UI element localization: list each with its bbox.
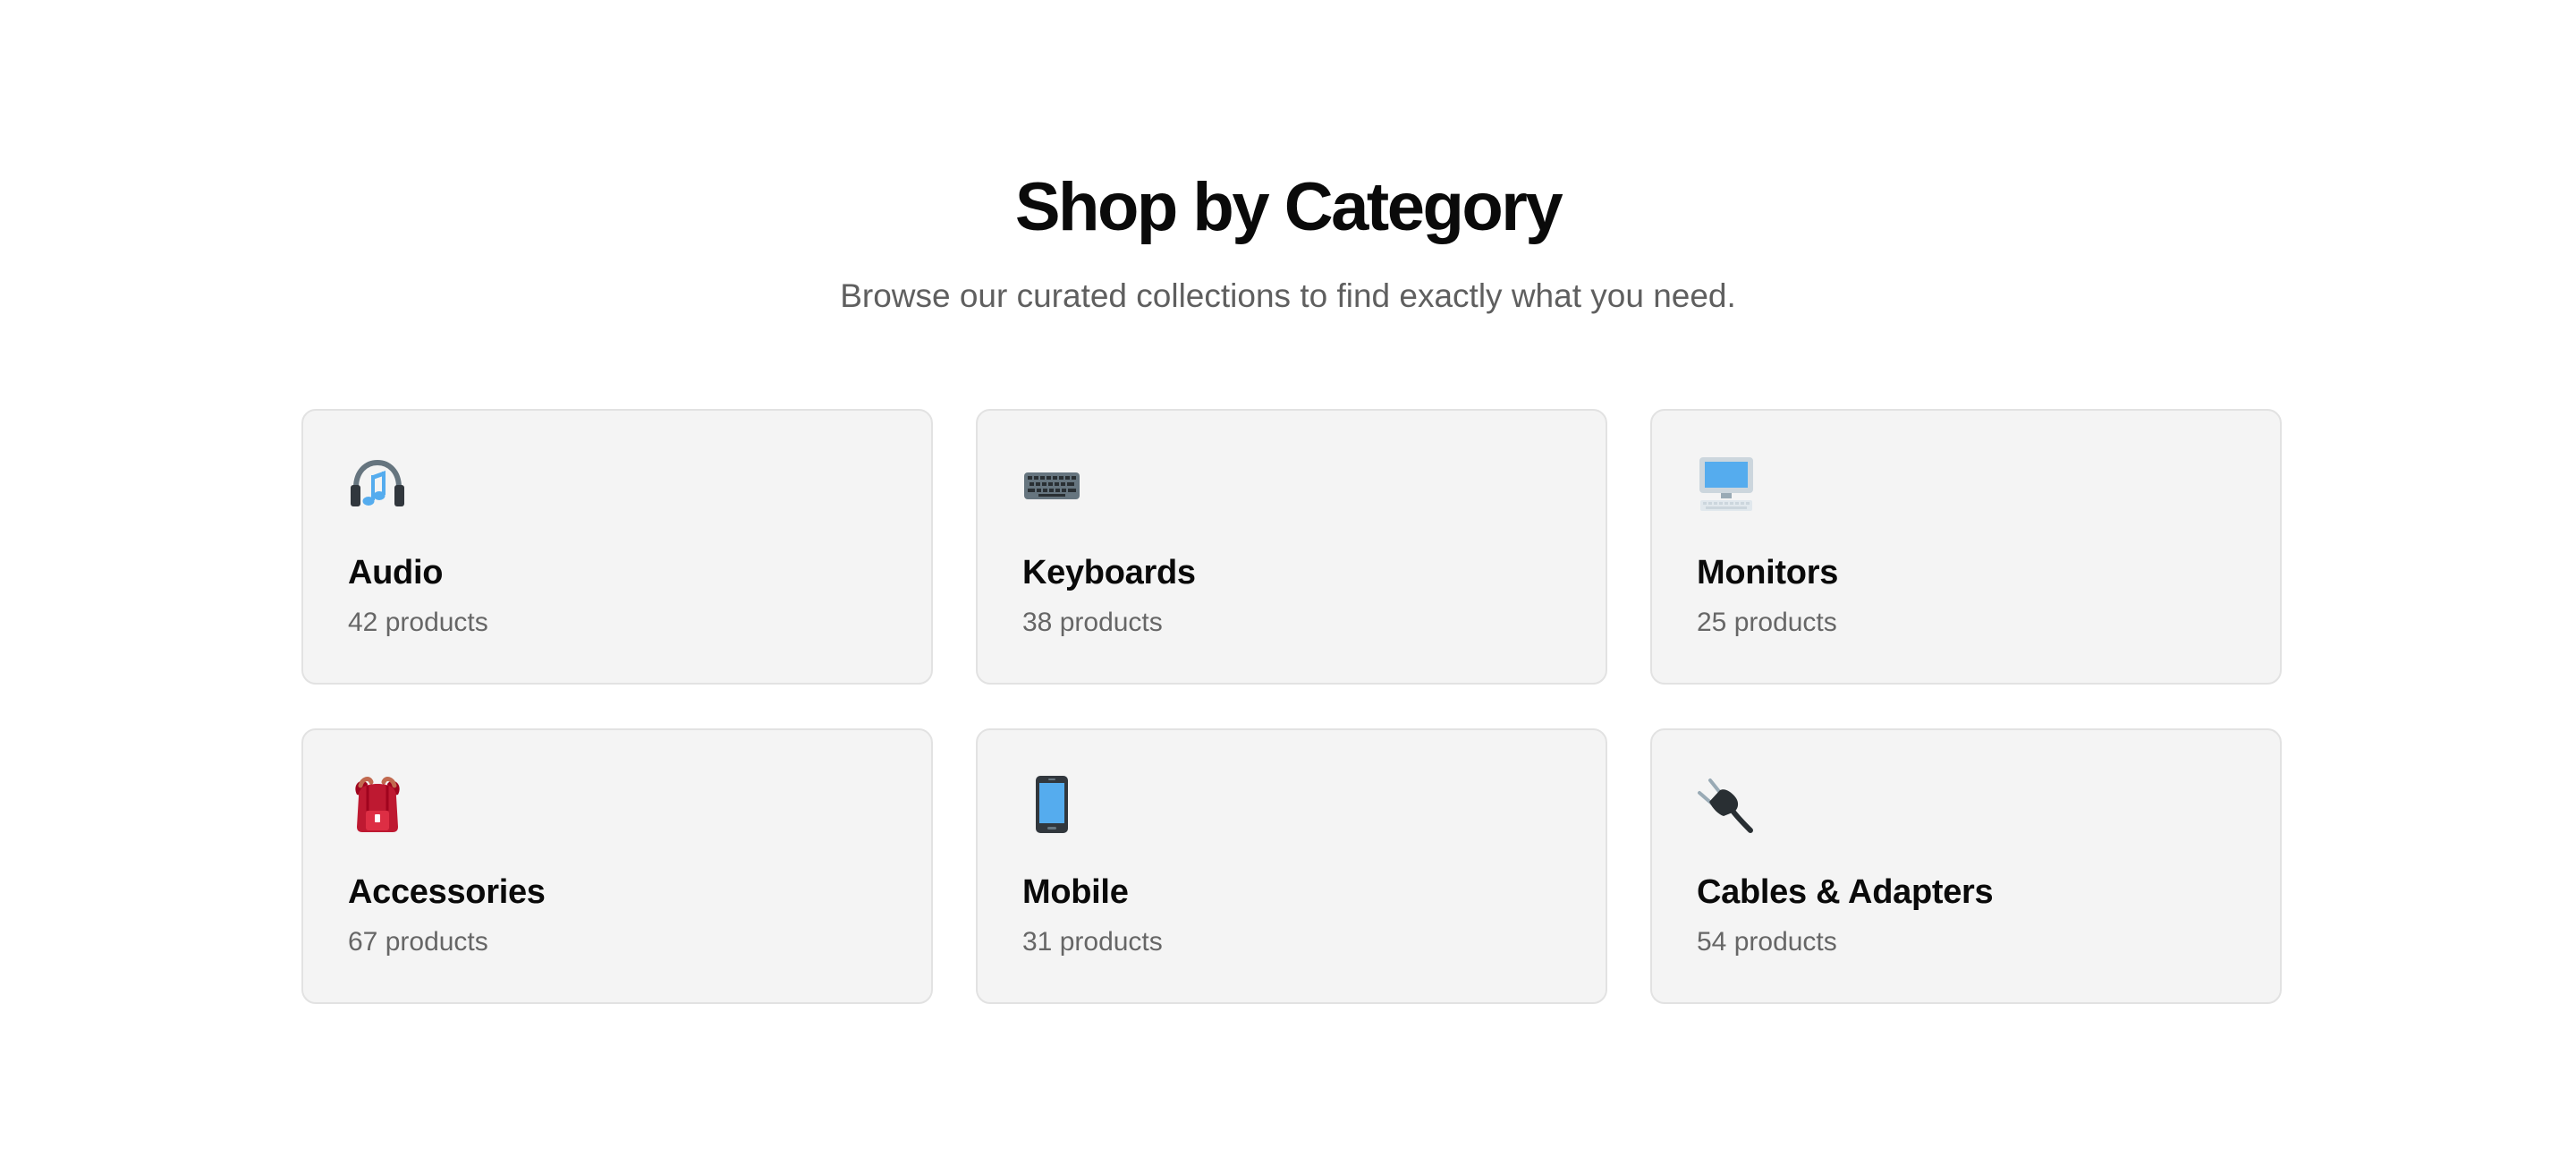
category-product-count: 25 products: [1697, 608, 1837, 637]
section-subtitle: Browse our curated collections to find e…: [840, 277, 1736, 314]
category-name: Audio: [348, 554, 444, 591]
category-card-accessories[interactable]: Accessories 67 products: [301, 728, 933, 1004]
monitor-icon: [1697, 455, 1756, 515]
category-name: Monitors: [1697, 554, 1839, 591]
category-section: Shop by Category Browse our curated coll…: [0, 0, 2576, 1174]
section-title: Shop by Category: [1014, 169, 1563, 245]
headphones-icon: [348, 455, 407, 515]
category-name: Mobile: [1022, 873, 1129, 911]
category-card-cables-adapters[interactable]: Cables & Adapters 54 products: [1650, 728, 2282, 1004]
backpack-icon: [348, 775, 407, 834]
category-product-count: 54 products: [1697, 927, 1837, 957]
category-product-count: 31 products: [1022, 927, 1163, 957]
category-name: Keyboards: [1022, 554, 1196, 591]
mobile-phone-icon: [1022, 775, 1081, 834]
category-card-monitors[interactable]: Monitors 25 products: [1650, 409, 2282, 685]
category-card-audio[interactable]: Audio 42 products: [301, 409, 933, 685]
category-name: Cables & Adapters: [1697, 873, 1994, 911]
category-card-mobile[interactable]: Mobile 31 products: [976, 728, 1607, 1004]
category-product-count: 38 products: [1022, 608, 1163, 637]
category-product-count: 67 products: [348, 927, 488, 957]
category-card-keyboards[interactable]: Keyboards 38 products: [976, 409, 1607, 685]
keyboard-icon: [1022, 455, 1081, 515]
category-grid: Audio 42 products Keyboards 38 products …: [301, 409, 2282, 1004]
category-name: Accessories: [348, 873, 546, 911]
plug-icon: [1697, 775, 1756, 834]
category-product-count: 42 products: [348, 608, 488, 637]
